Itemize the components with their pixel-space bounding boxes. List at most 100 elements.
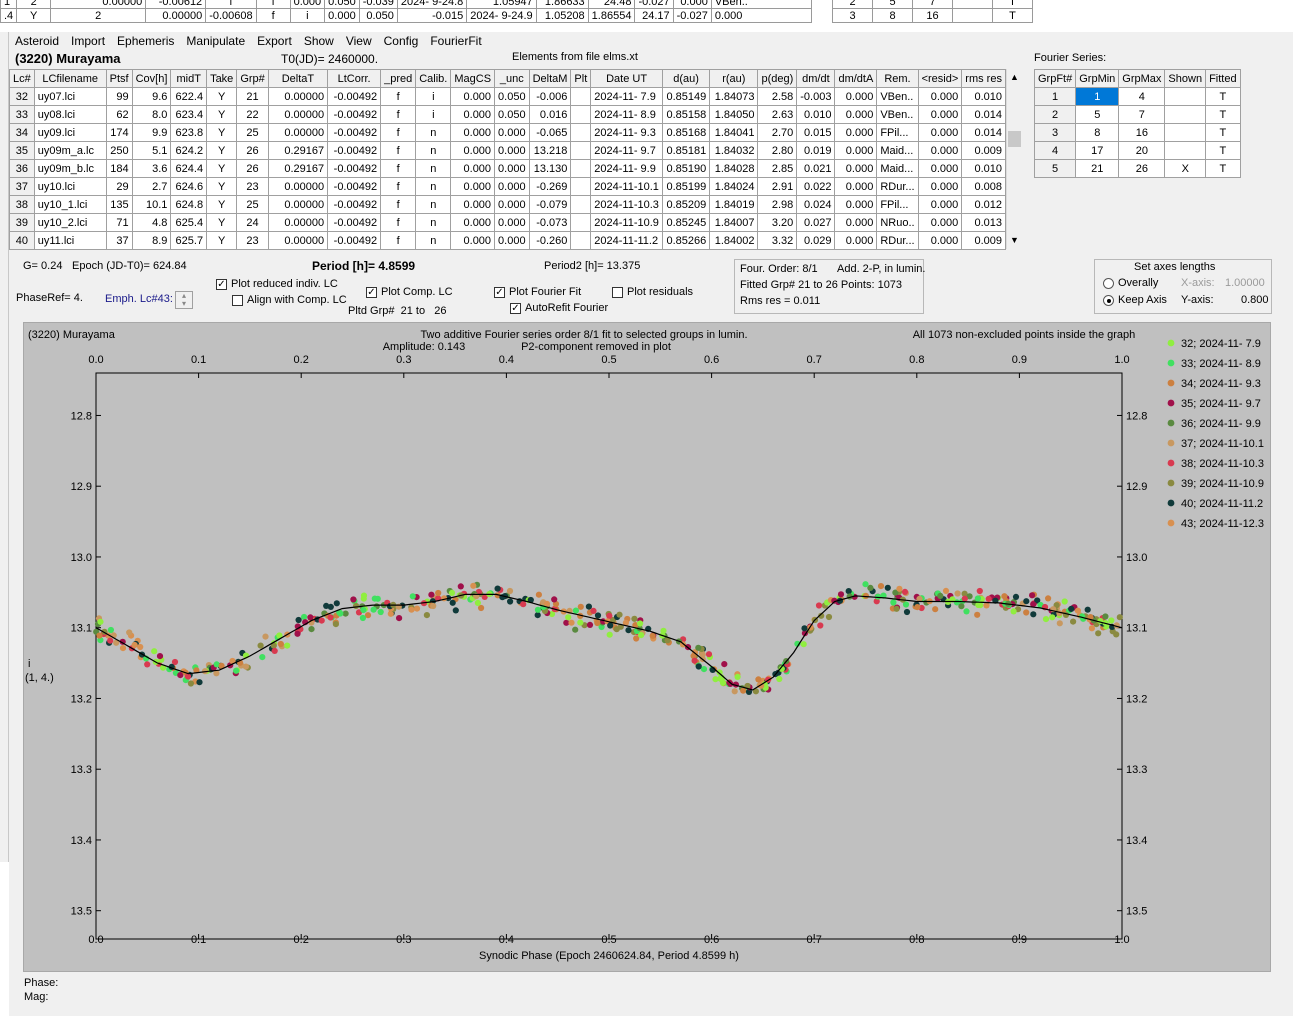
table-cell[interactable]: 1.84007 — [709, 213, 759, 232]
table-cell[interactable]: 0.00000 — [267, 231, 329, 250]
table-cell[interactable]: 3.20 — [757, 213, 798, 232]
table-cell[interactable]: 0.85149 — [661, 87, 711, 106]
scroll-down-icon[interactable]: ▼ — [1010, 235, 1019, 245]
row-header-cell[interactable]: 3 — [1033, 123, 1077, 142]
column-header[interactable]: midT — [170, 69, 208, 88]
table-cell[interactable]: 1.84028 — [709, 159, 759, 178]
column-header[interactable]: DeltaM — [528, 69, 572, 88]
table-cell[interactable]: 17 — [1075, 141, 1120, 160]
table-cell[interactable]: 0.022 — [796, 177, 836, 196]
table-cell[interactable] — [1164, 123, 1207, 142]
table-cell[interactable]: 0.000 — [834, 177, 878, 196]
table-cell[interactable]: 624.2 — [170, 141, 208, 160]
table-cell[interactable]: 24 — [236, 213, 269, 232]
column-header[interactable]: Calib. — [415, 69, 452, 88]
column-header[interactable]: dm/dt — [796, 69, 836, 88]
table-cell[interactable]: 2024-11-10.9 — [590, 213, 663, 232]
table-row[interactable]: 34 uy09.lci 174 9.9 623.8 Y 25 0.00000 -0.00492 f… — [9, 123, 1006, 142]
table-cell[interactable]: -0.260 — [528, 231, 572, 250]
menu-manipulate[interactable]: Manipulate — [180, 32, 251, 49]
table-cell[interactable]: 622.4 — [170, 87, 208, 106]
table-cell[interactable]: 1.84041 — [709, 123, 759, 142]
plot-residuals-checkbox[interactable]: Plot residuals — [612, 286, 693, 298]
table-cell[interactable] — [1164, 105, 1207, 124]
plot-comp-checkbox[interactable]: ✓ Plot Comp. LC — [366, 286, 453, 298]
table-cell[interactable]: Y — [206, 105, 238, 124]
table-cell[interactable]: 0.000 — [450, 195, 496, 214]
table-cell[interactable]: 0.009 — [961, 141, 1006, 160]
table-cell[interactable]: 0.013 — [961, 213, 1006, 232]
table-cell[interactable]: T — [1205, 123, 1241, 142]
table-cell[interactable]: NRuo.. — [876, 213, 919, 232]
table-cell[interactable]: 0.000 — [450, 141, 496, 160]
table-cell[interactable] — [570, 195, 592, 214]
table-cell[interactable]: RDur... — [876, 177, 919, 196]
table-cell[interactable]: 3.6 — [131, 159, 172, 178]
table-cell[interactable]: i — [415, 87, 452, 106]
table-row[interactable]: 4 17 20 T — [1033, 141, 1241, 160]
table-cell[interactable]: 2.80 — [757, 141, 798, 160]
table-cell[interactable]: 623.8 — [170, 123, 208, 142]
table-cell[interactable]: 0.29167 — [267, 159, 329, 178]
table-cell[interactable]: 0.000 — [494, 141, 530, 160]
table-cell[interactable]: f — [380, 123, 417, 142]
column-header[interactable]: GrpMin — [1075, 69, 1120, 88]
row-header-cell[interactable]: 40 — [9, 231, 35, 250]
column-header[interactable]: GrpFt# — [1033, 69, 1077, 88]
column-header[interactable]: d(au) — [661, 69, 711, 88]
table-cell[interactable]: 0.000 — [494, 213, 530, 232]
table-cell[interactable]: uy09.lci — [33, 123, 107, 142]
table-cell[interactable]: Y — [206, 213, 238, 232]
table-cell[interactable]: T — [1205, 105, 1241, 124]
table-cell[interactable]: f — [380, 141, 417, 160]
table-cell[interactable]: 0.010 — [961, 159, 1006, 178]
table-cell[interactable]: 2024-11-11.2 — [590, 231, 663, 250]
row-header-cell[interactable]: 35 — [9, 141, 35, 160]
table-cell[interactable]: 0.000 — [494, 177, 530, 196]
table-cell[interactable]: 0.027 — [796, 213, 836, 232]
table-cell[interactable]: RDur... — [876, 231, 919, 250]
table-cell[interactable]: 2.98 — [757, 195, 798, 214]
table-cell[interactable]: 135 — [105, 195, 133, 214]
table-cell[interactable]: Y — [206, 195, 238, 214]
table-cell[interactable]: 0.000 — [494, 123, 530, 142]
column-header[interactable]: _pred — [380, 69, 417, 88]
keep-axis-radio[interactable]: Keep Axis — [1103, 294, 1167, 306]
menu-ephemeris[interactable]: Ephemeris — [111, 32, 180, 49]
column-header[interactable]: LtCorr. — [327, 69, 382, 88]
table-cell[interactable]: 2.70 — [757, 123, 798, 142]
column-header[interactable]: Ptsf — [105, 69, 133, 88]
table-cell[interactable]: 0.000 — [450, 123, 496, 142]
table-cell[interactable]: 0.008 — [961, 177, 1006, 196]
column-header[interactable]: GrpMax — [1118, 69, 1166, 88]
column-header[interactable]: DeltaT — [267, 69, 329, 88]
table-cell[interactable]: VBen.. — [876, 87, 919, 106]
table-row[interactable]: 36 uy09m_b.lc 184 3.6 624.4 Y 26 0.29167 -0.0049… — [9, 159, 1006, 178]
table-cell[interactable]: T — [1205, 159, 1241, 178]
table-cell[interactable]: 0.000 — [494, 231, 530, 250]
table-cell[interactable]: 3.32 — [757, 231, 798, 250]
table-cell[interactable]: 0.014 — [961, 123, 1006, 142]
scroll-up-icon[interactable]: ▲ — [1010, 72, 1019, 82]
table-cell[interactable]: 20 — [1118, 141, 1166, 160]
table-cell[interactable]: Maid... — [876, 159, 919, 178]
table-cell[interactable]: Y — [206, 177, 238, 196]
table-cell[interactable]: 0.000 — [450, 105, 496, 124]
table-cell[interactable]: 0.000 — [834, 141, 878, 160]
table-cell[interactable] — [570, 213, 592, 232]
table-cell[interactable]: 2024-11- 8.9 — [590, 105, 663, 124]
column-header[interactable]: <resid> — [917, 69, 963, 88]
table-cell[interactable]: 0.021 — [796, 159, 836, 178]
row-header-cell[interactable]: 1 — [1033, 87, 1077, 106]
table-cell[interactable]: 25 — [236, 123, 269, 142]
table-cell[interactable]: uy10.lci — [33, 177, 107, 196]
align-comp-checkbox[interactable]: Align with Comp. LC — [232, 294, 347, 306]
fourier-series-table[interactable]: GrpFt# GrpMin GrpMax Shown Fitted 114T257T38… — [1033, 69, 1241, 178]
table-cell[interactable]: f — [380, 105, 417, 124]
column-header[interactable]: Rem. — [876, 69, 919, 88]
column-header[interactable]: Cov[h] — [131, 69, 172, 88]
table-cell[interactable]: f — [380, 177, 417, 196]
table-cell[interactable]: 0.000 — [917, 105, 963, 124]
table-cell[interactable]: 9.9 — [131, 123, 172, 142]
table-cell[interactable]: 4 — [1118, 87, 1166, 106]
